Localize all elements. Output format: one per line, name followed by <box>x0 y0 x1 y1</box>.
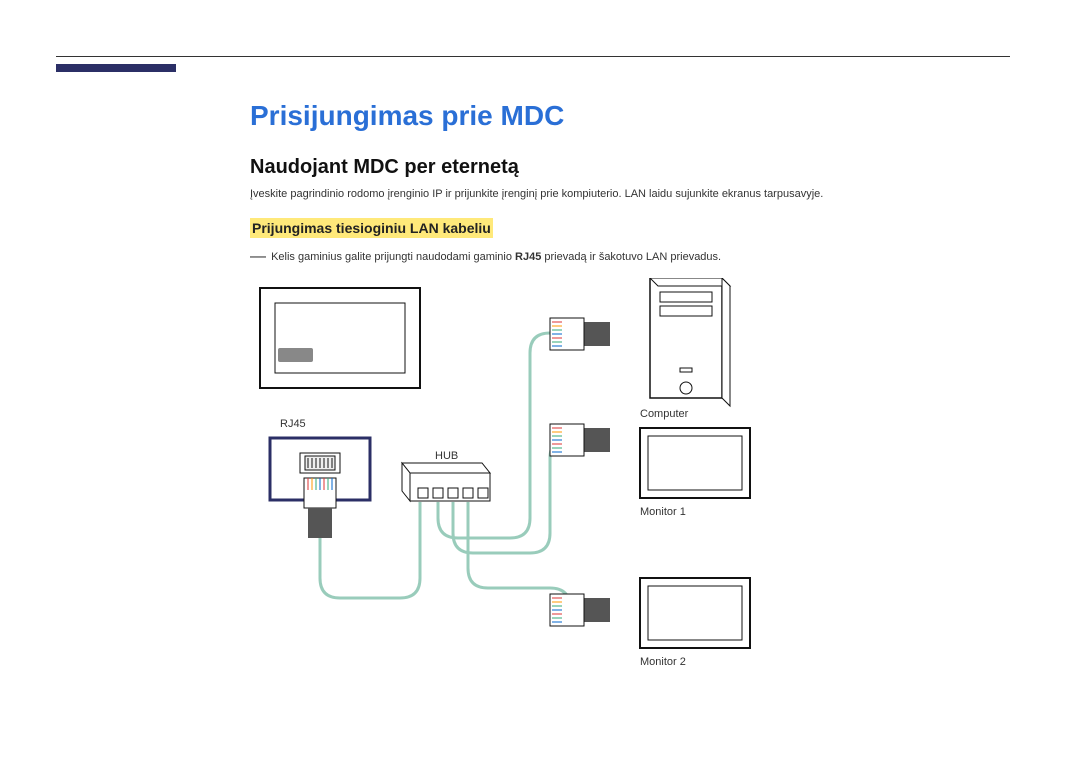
page-title: Prisijungimas prie MDC <box>250 100 1010 132</box>
connection-diagram: RJ45 HUB Computer Monitor 1 Monitor 2 <box>250 278 1010 708</box>
header-rule <box>56 56 1010 57</box>
note-bold: RJ45 <box>515 251 541 263</box>
hub-icon <box>402 463 490 501</box>
side-accent-bar <box>56 64 176 72</box>
ethernet-plug-2-icon <box>550 424 610 456</box>
note-text: ― Kelis gaminius galite prijungti naudod… <box>250 248 1010 266</box>
monitor1-label: Monitor 1 <box>640 506 686 518</box>
section-subtitle: Naudojant MDC per eternetą <box>250 156 1010 179</box>
ethernet-plug-3-icon <box>550 594 610 626</box>
computer-label: Computer <box>640 408 688 420</box>
computer-icon <box>650 278 730 406</box>
ethernet-plug-1-icon <box>550 318 610 350</box>
highlighted-section-label: Prijungimas tiesioginiu LAN kabeliu <box>250 218 493 238</box>
diagram-svg <box>250 278 1010 708</box>
monitor2-label: Monitor 2 <box>640 656 686 668</box>
rj45-plug-icon <box>304 478 336 538</box>
display-front-icon <box>260 288 420 388</box>
page-content: Prisijungimas prie MDC Naudojant MDC per… <box>250 100 1010 708</box>
intro-paragraph: Įveskite pagrindinio rodomo įrenginio IP… <box>250 187 1010 202</box>
note-suffix: prievadą ir šakotuvo LAN prievadus. <box>541 251 721 263</box>
monitor-1-icon <box>640 428 750 498</box>
note-prefix: Kelis gaminius galite prijungti naudodam… <box>271 251 515 263</box>
note-dash: ― <box>250 248 266 265</box>
monitor-2-icon <box>640 578 750 648</box>
hub-label: HUB <box>435 450 458 462</box>
rj45-label: RJ45 <box>280 418 306 430</box>
